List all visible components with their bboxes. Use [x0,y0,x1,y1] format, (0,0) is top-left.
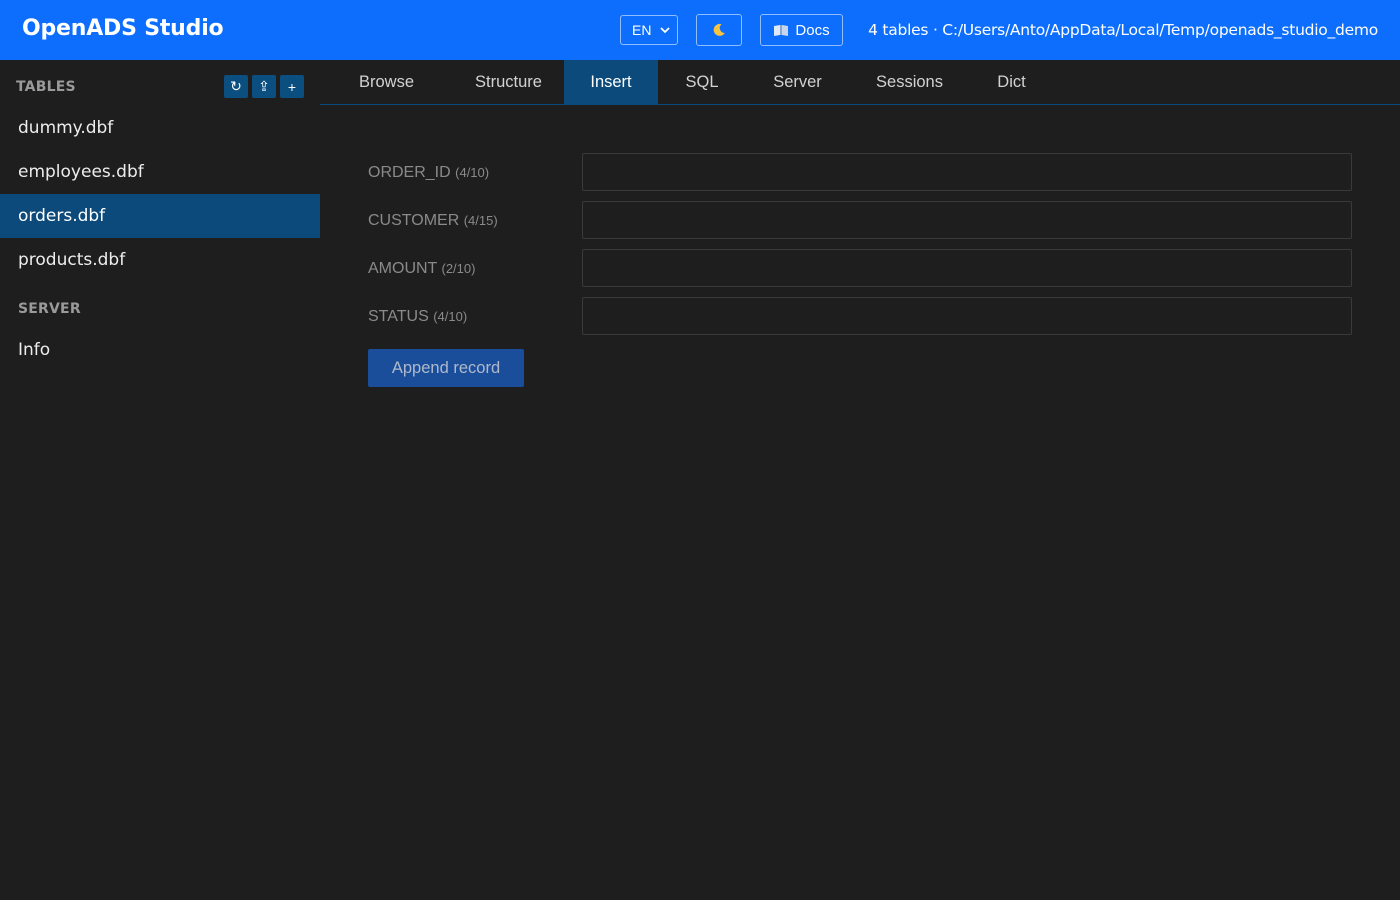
book-icon [774,25,789,36]
add-table-button[interactable]: + [280,75,304,98]
field-label-customer: CUSTOMER (4/15) [368,212,498,230]
field-name: AMOUNT [368,260,438,277]
sidebar-item-label: dummy.dbf [18,118,114,138]
workspace-status: 4 tables · C:/Users/Anto/AppData/Local/T… [868,21,1378,39]
order-id-input[interactable] [582,153,1352,191]
upload-table-button[interactable]: ⇪ [252,75,276,98]
form-row-amount: AMOUNT (2/10) [368,249,1352,287]
tab-structure[interactable]: Structure [453,60,564,104]
tab-label: SQL [685,72,719,91]
sidebar-item-employees[interactable]: employees.dbf [0,150,320,194]
language-value: EN [632,22,652,38]
tab-insert[interactable]: Insert [564,60,658,104]
field-label-amount: AMOUNT (2/10) [368,260,475,278]
tab-label: Sessions [876,72,943,91]
upload-icon: ⇪ [258,78,270,94]
field-name: ORDER_ID [368,164,451,181]
field-name: CUSTOMER [368,212,460,229]
docs-button[interactable]: Docs [760,14,843,46]
sidebar-item-dummy[interactable]: dummy.dbf [0,106,320,150]
tab-browse[interactable]: Browse [320,60,453,104]
sidebar-item-orders[interactable]: orders.dbf [0,194,320,238]
tab-label: Browse [358,72,415,91]
tab-server[interactable]: Server [746,60,849,104]
app-title: OpenADS Studio [22,16,224,41]
chevron-down-icon [660,27,670,34]
theme-toggle-button[interactable] [696,14,742,46]
append-record-button[interactable]: Append record [368,349,524,387]
sidebar-item-info[interactable]: Info [0,328,320,372]
field-name: STATUS [368,308,429,325]
sidebar-item-label: employees.dbf [18,162,144,182]
top-bar: OpenADS Studio EN Docs 4 tables · C:/Use… [0,0,1400,60]
sidebar-item-label: orders.dbf [18,206,106,226]
tab-sql[interactable]: SQL [658,60,746,104]
amount-input[interactable] [582,249,1352,287]
field-size: (4/10) [455,165,490,180]
tab-label: Insert [590,72,632,91]
tab-dict[interactable]: Dict [970,60,1053,104]
sidebar-actions: ↻ ⇪ + [224,75,304,98]
form-row-customer: CUSTOMER (4/15) [368,201,1352,239]
field-label-order-id: ORDER_ID (4/10) [368,164,489,182]
language-select[interactable]: EN [620,15,678,45]
tab-sessions[interactable]: Sessions [849,60,970,104]
moon-icon [713,23,725,36]
sidebar: TABLES ↻ ⇪ + dummy.dbf employees.dbf ord… [0,60,320,900]
tables-section-label: TABLES [16,79,76,95]
server-section-label: SERVER [18,301,81,317]
sidebar-item-label: Info [18,340,51,360]
field-size: (2/10) [441,261,476,276]
sidebar-item-products[interactable]: products.dbf [0,238,320,282]
status-input[interactable] [582,297,1352,335]
field-size: (4/10) [433,309,468,324]
refresh-tables-button[interactable]: ↻ [224,75,248,98]
tab-bar: Browse Structure Insert SQL Server Sessi… [320,60,1400,105]
field-size: (4/15) [463,213,498,228]
plus-icon: + [287,78,297,95]
docs-label: Docs [795,21,830,39]
tab-label: Dict [997,72,1026,91]
sidebar-item-label: products.dbf [18,250,126,270]
customer-input[interactable] [582,201,1352,239]
tab-label: Server [773,72,822,91]
form-row-order-id: ORDER_ID (4/10) [368,153,1352,191]
field-label-status: STATUS (4/10) [368,308,467,326]
refresh-icon: ↻ [230,78,242,94]
form-row-status: STATUS (4/10) [368,297,1352,335]
tab-label: Structure [475,72,542,91]
